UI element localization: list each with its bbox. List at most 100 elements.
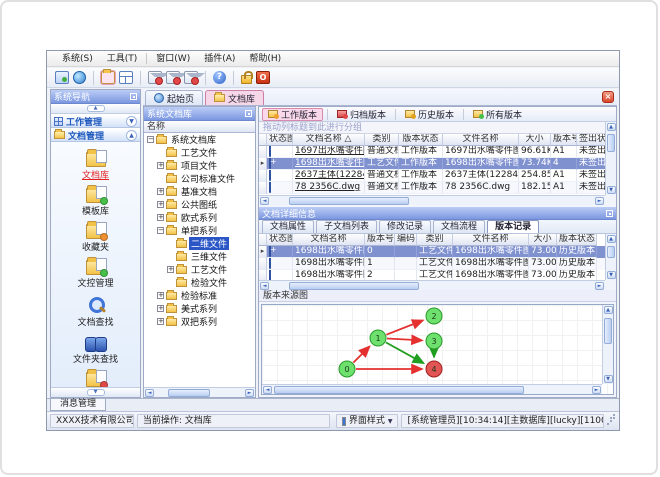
tree-item-工艺文件[interactable]: + 工艺文件 [144,263,255,276]
expand-icon[interactable]: + [157,162,164,169]
table-row[interactable]: 1698出水嘴零件图.dwg2工艺文件1698出水嘴零件图.dwg73.00KB… [259,270,605,280]
scroll-thumb[interactable] [607,134,615,152]
mail-icon[interactable] [148,71,169,85]
sidebar-item-文控管理[interactable]: 文控管理 [56,257,136,291]
scroll-thumb[interactable] [607,246,615,258]
lock-icon[interactable] [241,71,253,84]
column-header-文件名称[interactable]: 文件名称 [443,134,519,146]
help-icon[interactable]: ? [213,71,226,84]
tab-起始页[interactable]: 起始页 [145,90,204,105]
power-icon[interactable]: O [256,71,270,84]
scroll-left-icon[interactable]: ◄ [260,281,269,290]
pin-icon[interactable] [606,209,613,217]
tree-item-公共图纸[interactable]: + 公共图纸 [144,198,255,211]
pin-icon[interactable] [245,110,252,117]
scroll-right-icon[interactable]: ► [245,388,254,397]
scroll-thumb[interactable] [168,389,210,397]
column-header-大小[interactable]: 大小 [529,234,557,246]
table-row[interactable]: 1698出水嘴零件图.dwg1工艺文件1698出水嘴零件图.dwg73.00KB… [259,258,605,270]
menu-item-W[interactable]: 窗口(W) [149,52,197,66]
scroll-up-icon[interactable]: ▲ [606,235,616,243]
table-row[interactable]: 2637主体(12284).dwg普通文档工作版本2637主体(12284).d… [259,170,605,182]
version-graph-svg[interactable]: 0 1 2 3 4 [262,305,592,391]
sidebar-item-模板库[interactable]: 模板库 [56,185,136,219]
collapse-icon[interactable]: − [157,227,164,234]
menu-item-A[interactable]: 插件(A) [197,52,242,66]
归档版本-button[interactable]: 归档版本 [332,108,391,121]
tree-horizontal-scrollbar[interactable]: ◄ ► [144,387,255,397]
tree-item-二维文件[interactable]: 二维文件 [144,237,255,250]
mail-send-icon[interactable] [166,71,187,85]
tree-item-单把系列[interactable]: − 单把系列 [144,224,255,237]
tree-item-双把系列[interactable]: + 双把系列 [144,315,255,328]
interface-style-button[interactable]: 界面样式 ▼ [335,414,399,428]
lower-table-vertical-scrollbar[interactable]: ▲ ▼ [605,234,616,280]
menu-item-S[interactable]: 系统(S) [55,52,100,66]
column-header-状态图[interactable]: 状态图 [267,134,293,146]
expand-icon[interactable]: + [167,266,174,273]
chevron-down-icon[interactable]: ▼ [126,115,137,127]
close-icon[interactable]: × [602,91,614,103]
tree-item-工艺文件[interactable]: 工艺文件 [144,146,255,159]
monitor-icon[interactable] [55,71,69,84]
tab-文档库[interactable]: 文档库 [205,90,265,105]
tree-item-欧式系列[interactable]: + 欧式系列 [144,211,255,224]
upper-table-vertical-scrollbar[interactable]: ▲ ▼ [605,122,616,195]
globe-icon[interactable] [73,71,86,84]
column-header-版本号[interactable]: 版本号 [551,134,577,146]
chevron-down-icon[interactable]: ▼ [86,389,105,396]
column-header-文档名称[interactable]: 文档名称 [293,234,365,246]
chevron-up-icon[interactable]: ▲ [86,105,105,112]
tree-item-基准文档[interactable]: + 基准文档 [144,185,255,198]
sidebar-item-文档查找[interactable]: 文档查找 [56,294,136,330]
tree-item-系统文档库[interactable]: − 系统文档库 [144,133,255,146]
graph-vertical-scrollbar[interactable]: ▲ ▼ [602,305,613,384]
tree-item-三维文件[interactable]: 三维文件 [144,250,255,263]
column-header-类别[interactable]: 类别 [365,134,399,146]
tree-item-检验标准[interactable]: + 检验标准 [144,289,255,302]
collapse-icon[interactable]: − [147,136,154,143]
table-row[interactable]: 78 2356C.dwg普通文档工作版本78 2356C.dwg182.15KB… [259,182,605,194]
column-header-签出状态[interactable]: 签出状态 [577,134,605,146]
expand-icon[interactable]: + [157,188,164,195]
detail-tab-文档属性[interactable]: 文档属性 [262,220,315,233]
scroll-down-icon[interactable]: ▼ [606,186,616,194]
历史版本-button[interactable]: 历史版本 [400,108,459,121]
sidebar-item-签出的文档[interactable]: 签出的文档 [56,369,136,387]
chevron-up-icon[interactable]: ▲ [126,129,137,141]
column-header-版本号[interactable]: 版本号 [365,234,395,246]
scroll-thumb[interactable] [289,282,419,290]
scroll-down-icon[interactable]: ▼ [603,375,613,383]
detail-tab-文档流程[interactable]: 文档流程 [433,220,486,233]
graph-horizontal-scrollbar[interactable]: ◄ ► [262,384,602,394]
scroll-left-icon[interactable]: ◄ [145,388,154,397]
mail-alert-icon[interactable] [184,71,205,85]
expand-icon[interactable]: + [157,292,164,299]
table-row[interactable]: 1697出水嘴零件图.dwg普通文档工作版本1697出水嘴零件图.dwg96.6… [259,146,605,158]
expand-icon[interactable]: + [157,305,164,312]
detail-tab-版本记录[interactable]: 版本记录 [487,220,540,233]
column-header-版本状态[interactable]: 版本状态 [557,234,597,246]
menu-item-H[interactable]: 帮助(H) [242,52,288,66]
lower-table-horizontal-scrollbar[interactable]: ◄ ► [259,280,605,290]
sidebar-item-文件夹查找[interactable]: 文件夹查找 [56,333,136,367]
scroll-thumb[interactable] [604,318,612,344]
tree-item-项目文件[interactable]: + 项目文件 [144,159,255,172]
tree-item-美式系列[interactable]: + 美式系列 [144,302,255,315]
table-row[interactable]: ▸1698出水嘴零件图.dwg0工艺文件1698出水嘴零件图.dwg73.00K… [259,246,605,258]
sidebar-item-收藏夹[interactable]: 收藏夹 [56,221,136,255]
tree-item-检验文件[interactable]: 检验文件 [144,276,255,289]
column-header-文档名称[interactable]: 文档名称 △ [293,134,365,146]
column-header-状态图[interactable]: 状态图 [267,234,293,246]
detail-tab-修改记录[interactable]: 修改记录 [379,220,432,233]
scroll-up-icon[interactable]: ▲ [606,123,616,131]
tree-column-header[interactable]: 名称 [144,121,255,133]
column-header-文件名称[interactable]: 文件名称 [453,234,529,246]
tree-item-公司标准文件[interactable]: 公司标准文件 [144,172,255,185]
detail-tab-子文档列表[interactable]: 子文档列表 [316,220,378,233]
upper-table-horizontal-scrollbar[interactable]: ◄ ► [259,195,605,205]
open-folder-icon[interactable] [100,69,116,85]
column-header-编码[interactable]: 编码 [395,234,417,246]
scroll-left-icon[interactable]: ◄ [263,385,272,394]
column-header-版本状态[interactable]: 版本状态 [399,134,443,146]
